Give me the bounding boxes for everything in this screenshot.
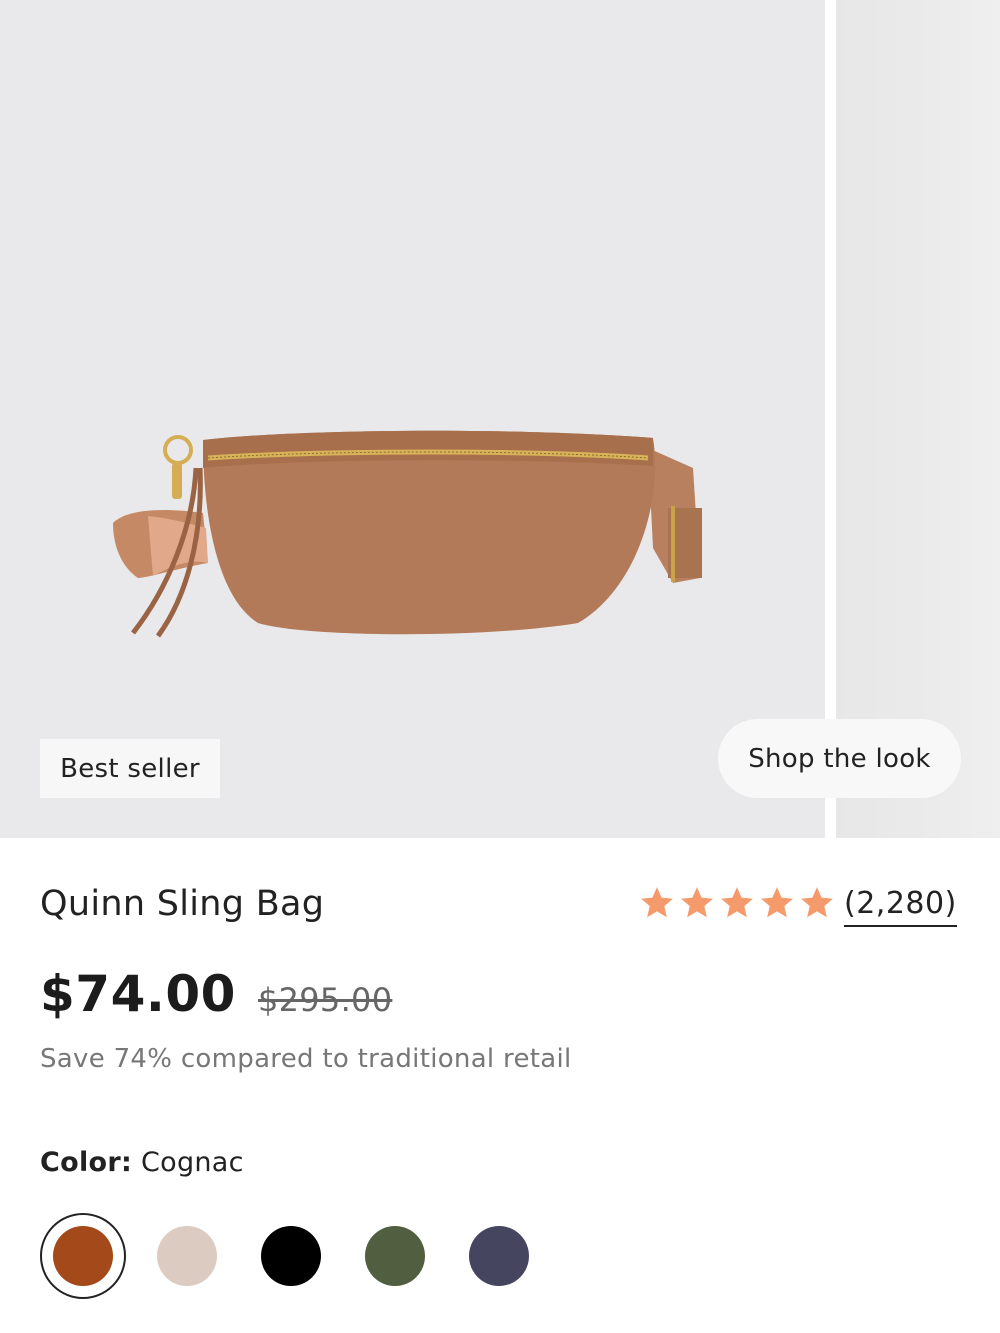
price-row: $74.00 $295.00 <box>40 965 392 1023</box>
next-product-image[interactable] <box>836 0 1000 838</box>
review-count[interactable]: (2,280) <box>844 885 957 927</box>
review-count-link[interactable]: (2,280) <box>844 885 957 927</box>
product-title: Quinn Sling Bag <box>40 884 325 924</box>
star-icon <box>761 887 793 918</box>
color-swatch[interactable] <box>469 1226 529 1286</box>
shop-the-look-button[interactable]: Shop the look <box>718 719 961 798</box>
color-swatch[interactable] <box>365 1226 425 1286</box>
color-label-prefix: Color: <box>40 1147 133 1178</box>
sale-price: $74.00 <box>40 965 236 1023</box>
star-icon <box>681 887 713 918</box>
color-swatch[interactable] <box>157 1226 217 1286</box>
product-image[interactable]: Best seller <box>0 0 825 838</box>
product-image-carousel[interactable]: Best seller Shop the look <box>0 0 1000 838</box>
selected-color-name: Cognac <box>140 1147 244 1178</box>
star-icon <box>721 887 753 918</box>
star-rating <box>638 884 836 922</box>
star-icon <box>641 887 673 918</box>
original-price: $295.00 <box>257 981 393 1019</box>
product-rating[interactable]: (2,280) <box>638 884 957 927</box>
color-swatch[interactable] <box>53 1226 113 1286</box>
bag-illustration <box>113 430 702 638</box>
color-label: Color: Cognac <box>40 1147 244 1178</box>
color-swatch[interactable] <box>261 1226 321 1286</box>
best-seller-badge: Best seller <box>40 739 220 798</box>
star-icon <box>801 887 833 918</box>
color-swatches <box>40 1213 560 1299</box>
savings-text: Save 74% compared to traditional retail <box>40 1044 572 1074</box>
